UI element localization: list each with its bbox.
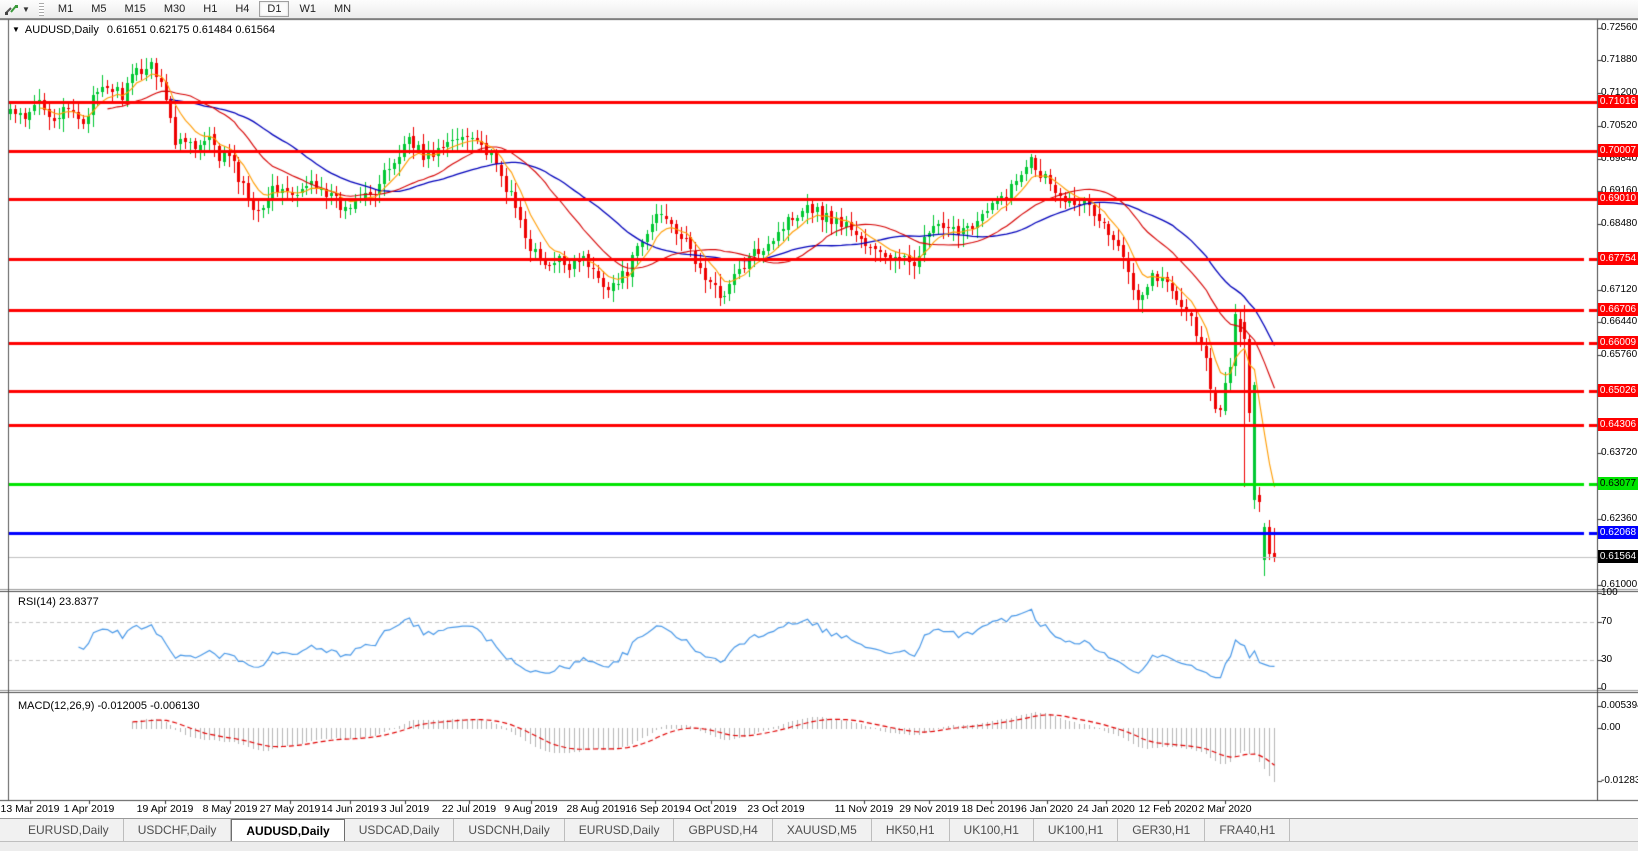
chart-tab-uk100-h1[interactable]: UK100,H1	[1034, 819, 1118, 841]
timeframe-button-h1[interactable]: H1	[195, 1, 225, 17]
level-price-box-0.64306[interactable]: 0.64306	[1598, 418, 1638, 431]
collapse-arrow-icon[interactable]: ▼	[12, 25, 20, 34]
macd-name: MACD(12,26,9)	[18, 700, 94, 712]
price-tick-0.68480: 0.68480	[1601, 218, 1638, 230]
date-label: 6 Jan 2020	[1021, 803, 1073, 815]
level-price-box-0.69010[interactable]: 0.69010	[1598, 192, 1638, 205]
price-tick-0.72560: 0.72560	[1601, 22, 1638, 34]
date-label: 2 Mar 2020	[1198, 803, 1251, 815]
price-chart-canvas[interactable]	[0, 0, 1638, 818]
chart-tab-xauusd-m5[interactable]: XAUUSD,M5	[773, 819, 872, 841]
date-label: 18 Dec 2019	[961, 803, 1021, 815]
ohlc-high: 0.62175	[150, 24, 190, 36]
chart-tab-eurusd-daily[interactable]: EURUSD,Daily	[14, 819, 124, 841]
date-label: 3 Jul 2019	[381, 803, 429, 815]
rsi-name: RSI(14)	[18, 596, 56, 608]
chart-mode-icon	[4, 2, 19, 16]
macd-tick-0.00: 0.00	[1601, 722, 1638, 734]
price-tick-0.65760: 0.65760	[1601, 349, 1638, 361]
price-tick-0.67120: 0.67120	[1601, 284, 1638, 296]
chart-tab-hk50-h1[interactable]: HK50,H1	[872, 819, 950, 841]
level-price-box-0.71016[interactable]: 0.71016	[1598, 95, 1638, 108]
timeframe-button-m5[interactable]: M5	[83, 1, 114, 17]
date-label: 23 Oct 2019	[747, 803, 804, 815]
chart-symbol-label: AUDUSD,Daily	[25, 24, 99, 36]
price-tick-0.62360: 0.62360	[1601, 513, 1638, 525]
rsi-value: 23.8377	[59, 596, 99, 608]
level-price-box-0.65026[interactable]: 0.65026	[1598, 384, 1638, 397]
date-label: 12 Feb 2020	[1139, 803, 1198, 815]
timeframe-button-d1[interactable]: D1	[259, 1, 289, 17]
chart-tab-usdcad-daily[interactable]: USDCAD,Daily	[345, 819, 455, 841]
chart-title: ▼ AUDUSD,Daily 0.61651 0.62175 0.61484 0.6…	[12, 24, 275, 36]
chart-tab-bar: EURUSD,DailyUSDCHF,DailyAUDUSD,DailyUSDC…	[0, 818, 1638, 841]
level-price-box-0.63077[interactable]: 0.63077	[1598, 477, 1638, 490]
level-price-box-0.66706[interactable]: 0.66706	[1598, 303, 1638, 316]
price-tick-0.66440: 0.66440	[1601, 316, 1638, 328]
rsi-tick-0: 0	[1601, 682, 1638, 694]
chart-tab-usdcnh-daily[interactable]: USDCNH,Daily	[454, 819, 564, 841]
rsi-tick-30: 30	[1601, 654, 1638, 666]
chart-tab-usdchf-daily[interactable]: USDCHF,Daily	[124, 819, 232, 841]
date-label: 19 Apr 2019	[137, 803, 194, 815]
level-price-box-0.62068[interactable]: 0.62068	[1598, 526, 1638, 539]
date-label: 9 Aug 2019	[504, 803, 557, 815]
chart-tab-audusd-daily[interactable]: AUDUSD,Daily	[231, 819, 344, 841]
chart-tools-button[interactable]: ▼	[0, 0, 34, 18]
macd-signal-value: -0.006130	[150, 700, 200, 712]
price-tick-0.70520: 0.70520	[1601, 120, 1638, 132]
macd-tick--0.01283: -0.01283	[1601, 775, 1638, 787]
timeframe-button-h4[interactable]: H4	[227, 1, 257, 17]
ohlc-open: 0.61651	[107, 24, 147, 36]
date-label: 27 May 2019	[260, 803, 321, 815]
price-tick-0.63720: 0.63720	[1601, 447, 1638, 459]
timeframe-button-w1[interactable]: W1	[291, 1, 324, 17]
current-price-box: 0.61564	[1598, 550, 1638, 563]
timeframe-button-m15[interactable]: M15	[116, 1, 153, 17]
date-label: 14 Jun 2019	[321, 803, 379, 815]
chevron-down-icon: ▼	[22, 5, 30, 14]
price-tick-0.71880: 0.71880	[1601, 54, 1638, 66]
timeframe-buttons: M1M5M15M30H1H4D1W1MN	[49, 1, 360, 17]
chart-tab-ger30-h1[interactable]: GER30,H1	[1118, 819, 1205, 841]
timeframe-toolbar: ▼ M1M5M15M30H1H4D1W1MN	[0, 0, 1638, 19]
date-label: 28 Aug 2019	[567, 803, 626, 815]
date-label: 4 Oct 2019	[685, 803, 736, 815]
rsi-pane-label: RSI(14) 23.8377	[18, 596, 99, 608]
date-label: 11 Nov 2019	[835, 803, 894, 815]
date-label: 8 May 2019	[203, 803, 258, 815]
date-label: 16 Sep 2019	[625, 803, 685, 815]
chart-tab-uk100-h1[interactable]: UK100,H1	[950, 819, 1034, 841]
chart-tab-eurusd-daily[interactable]: EURUSD,Daily	[565, 819, 675, 841]
date-label: 1 Apr 2019	[64, 803, 115, 815]
chart-tab-gbpusd-h4[interactable]: GBPUSD,H4	[674, 819, 772, 841]
date-label: 13 Mar 2019	[1, 803, 60, 815]
macd-pane-label: MACD(12,26,9) -0.012005 -0.006130	[18, 700, 200, 712]
macd-main-value: -0.012005	[97, 700, 147, 712]
ohlc-low: 0.61484	[193, 24, 233, 36]
date-label: 22 Jul 2019	[442, 803, 496, 815]
chart-tab-fra40-h1[interactable]: FRA40,H1	[1205, 819, 1290, 841]
status-bar	[0, 841, 1638, 851]
date-label: 29 Nov 2019	[899, 803, 959, 815]
level-price-box-0.70007[interactable]: 0.70007	[1598, 144, 1638, 157]
macd-tick-0.005394: 0.005394	[1601, 700, 1638, 712]
level-price-box-0.67754[interactable]: 0.67754	[1598, 252, 1638, 265]
timeframe-button-m1[interactable]: M1	[50, 1, 81, 17]
rsi-tick-70: 70	[1601, 616, 1638, 628]
date-label: 24 Jan 2020	[1077, 803, 1135, 815]
level-price-box-0.66009[interactable]: 0.66009	[1598, 336, 1638, 349]
toolbar-grip[interactable]	[39, 3, 44, 16]
timeframe-button-mn[interactable]: MN	[326, 1, 359, 17]
rsi-tick-100: 100	[1601, 587, 1638, 599]
timeframe-button-m30[interactable]: M30	[156, 1, 193, 17]
ohlc-close: 0.61564	[235, 24, 275, 36]
